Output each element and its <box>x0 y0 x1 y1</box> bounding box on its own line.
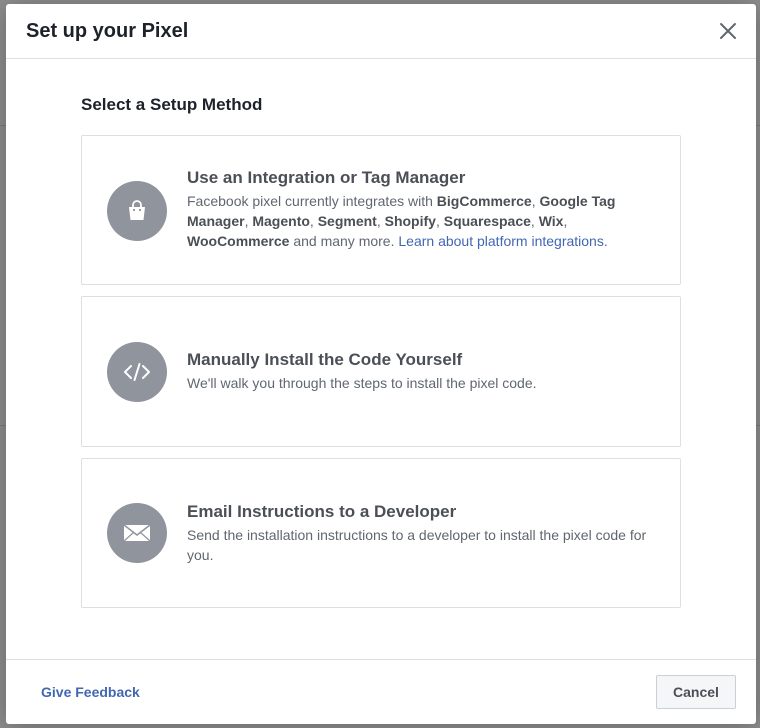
platform-name: Wix <box>538 213 564 229</box>
option-description: Facebook pixel currently integrates with… <box>187 191 662 251</box>
email-icon-circle <box>107 503 167 563</box>
desc-text: , <box>376 213 385 229</box>
platform-name: BigCommerce <box>436 193 532 209</box>
option-title: Use an Integration or Tag Manager <box>187 168 466 187</box>
integration-icon-circle <box>107 181 167 241</box>
option-description: Send the installation instructions to a … <box>187 527 647 563</box>
email-developer-option-text: Email Instructions to a Developer Send t… <box>187 501 662 565</box>
option-title: Email Instructions to a Developer <box>187 502 457 521</box>
backdrop-divider <box>756 425 760 426</box>
desc-text: , <box>435 213 444 229</box>
close-icon <box>720 23 736 39</box>
platform-integrations-link[interactable]: Learn about platform integrations. <box>398 233 607 249</box>
desc-text: , <box>530 213 539 229</box>
desc-text: , <box>531 193 540 209</box>
dialog-header: Set up your Pixel <box>6 4 756 59</box>
code-icon <box>124 363 150 381</box>
envelope-icon <box>123 524 151 542</box>
section-title: Select a Setup Method <box>81 95 263 114</box>
option-description: We'll walk you through the steps to inst… <box>187 375 537 391</box>
shopping-bag-icon <box>129 200 145 220</box>
give-feedback-link[interactable]: Give Feedback <box>41 684 140 700</box>
platform-name: Segment <box>317 213 377 229</box>
close-button[interactable] <box>718 21 738 41</box>
platform-name: WooCommerce <box>187 233 290 249</box>
email-developer-option-card[interactable]: Email Instructions to a Developer Send t… <box>81 458 681 608</box>
desc-text: , <box>309 213 318 229</box>
desc-text: , <box>563 213 568 229</box>
platform-name: Squarespace <box>443 213 531 229</box>
option-title: Manually Install the Code Yourself <box>187 350 463 369</box>
backdrop-divider <box>756 125 760 126</box>
setup-pixel-dialog: Set up your Pixel Select a Setup Method … <box>6 4 756 724</box>
platform-name: Magento <box>252 213 310 229</box>
integration-option-text: Use an Integration or Tag Manager Facebo… <box>187 167 662 251</box>
dialog-title: Set up your Pixel <box>26 20 189 42</box>
integration-option-card[interactable]: Use an Integration or Tag Manager Facebo… <box>81 135 681 285</box>
manual-install-option-text: Manually Install the Code Yourself We'll… <box>187 349 662 393</box>
manual-install-icon-circle <box>107 342 167 402</box>
dialog-footer: Give Feedback Cancel <box>6 659 756 724</box>
desc-text: Facebook pixel currently integrates with <box>187 193 437 209</box>
manual-install-option-card[interactable]: Manually Install the Code Yourself We'll… <box>81 296 681 447</box>
platform-name: Shopify <box>384 213 436 229</box>
desc-text: and many more. <box>289 233 399 249</box>
cancel-button[interactable]: Cancel <box>656 675 736 709</box>
